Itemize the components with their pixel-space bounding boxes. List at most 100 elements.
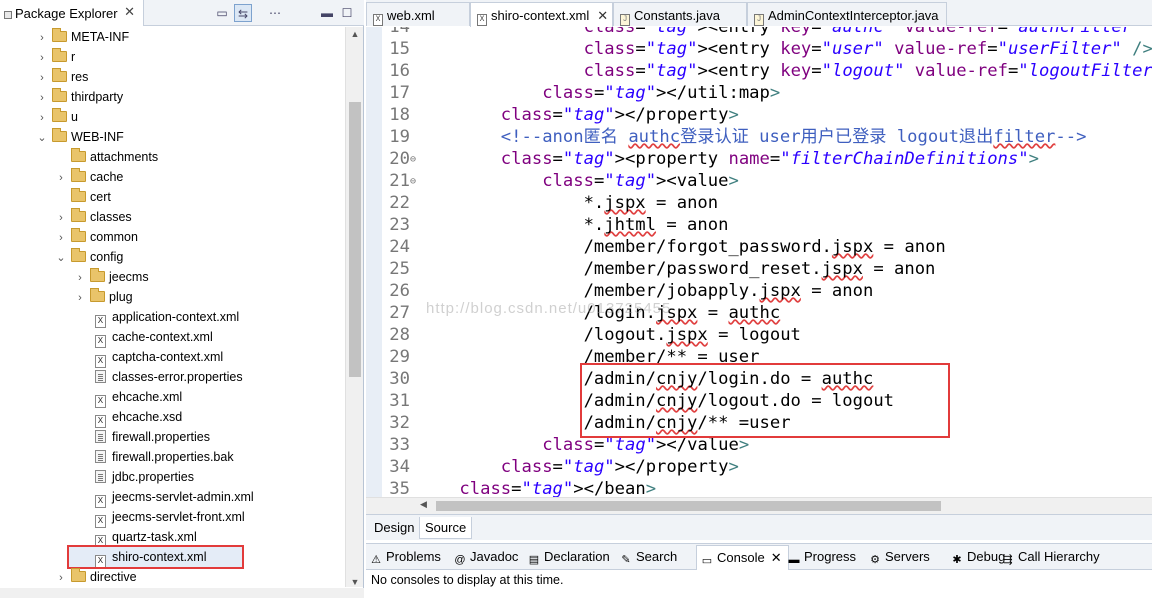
tree-folder-web-inf[interactable]: ⌄ WEB-INF — [36, 127, 124, 147]
editor-tab[interactable]: J AdminContextInterceptor.java — [747, 2, 947, 26]
fold-icon[interactable]: ⊖ — [410, 171, 418, 193]
code-line[interactable]: 22 *.jspx = anon — [366, 192, 718, 214]
tree-folder-cache[interactable]: › cache — [55, 167, 123, 187]
code-line[interactable]: 24 /member/forgot_password.jspx = anon — [366, 236, 945, 258]
close-icon[interactable]: ✕ — [597, 8, 608, 23]
editor-tab[interactable]: J Constants.java — [613, 2, 747, 26]
tree-folder-meta-inf[interactable]: › META-INF — [36, 27, 129, 47]
bottom-tab-search[interactable]: ✎ Search — [620, 549, 677, 566]
tree-file-item[interactable]: jdbc.properties — [91, 467, 194, 487]
editor-horizontal-scrollbar[interactable]: ◀ — [366, 497, 1152, 514]
scrollbar-thumb[interactable] — [349, 102, 361, 377]
close-icon[interactable]: ✕ — [124, 4, 135, 20]
chevron-right-icon[interactable]: › — [36, 108, 48, 128]
code-line[interactable]: 21⊖ class="tag"><value> — [366, 170, 739, 192]
editor-tab[interactable]: Xshiro-context.xml ✕ — [470, 2, 613, 27]
tree-file-item[interactable]: Xapplication-context.xml — [91, 307, 239, 328]
editor-mode-tab[interactable]: Source — [419, 517, 473, 539]
chevron-right-icon[interactable]: › — [74, 268, 86, 288]
progress-icon: ▬ — [788, 554, 800, 566]
tree-folder-jeecms[interactable]: › jeecms — [74, 267, 149, 287]
chevron-down-icon[interactable]: ⌄ — [36, 128, 48, 148]
line-number: 30 — [389, 369, 410, 389]
package-explorer-view: Package Explorer ✕ ▭ ⇆ ⋯ ▬ ☐ › META-INF › r… — [0, 0, 364, 598]
bottom-tab-javadoc[interactable]: @ Javadoc — [454, 549, 518, 566]
code-line[interactable]: 35 class="tag"></bean> — [366, 478, 656, 497]
code-text: class="tag"></util:map> — [542, 83, 781, 103]
code-line[interactable]: 20⊖ class="tag"><property name="filterCh… — [366, 148, 1039, 170]
package-explorer-tab[interactable]: Package Explorer ✕ — [0, 0, 144, 26]
collapse-all-icon[interactable]: ▭ — [213, 4, 231, 22]
editor-mode-tab[interactable]: Design — [369, 517, 419, 539]
chevron-right-icon[interactable]: › — [36, 28, 48, 48]
bottom-tab-debug[interactable]: ✱ Debug — [951, 549, 1005, 566]
tree-folder-common[interactable]: › common — [55, 227, 138, 247]
fold-icon[interactable]: ⊖ — [410, 149, 418, 171]
tree-folder-directive[interactable]: › directive — [55, 567, 137, 587]
view-menu-icon[interactable]: ⋯ — [266, 4, 284, 22]
chevron-right-icon[interactable]: › — [36, 68, 48, 88]
tree-folder-thirdparty[interactable]: › thirdparty — [36, 87, 123, 107]
tree-folder-u[interactable]: › u — [36, 107, 78, 127]
chevron-right-icon[interactable]: › — [36, 88, 48, 108]
code-line[interactable]: 17 class="tag"></util:map> — [366, 82, 780, 104]
bottom-tab-progress[interactable]: ▬ Progress — [788, 549, 857, 566]
chevron-right-icon[interactable]: › — [36, 48, 48, 68]
close-icon[interactable]: ✕ — [771, 550, 782, 565]
code-line[interactable]: 15 class="tag"><entry key="user" value-r… — [366, 38, 1152, 60]
tree-file-item[interactable]: Xquartz-task.xml — [91, 527, 197, 548]
tree-folder-classes[interactable]: › classes — [55, 207, 132, 227]
editor-tab[interactable]: Xweb.xml — [366, 2, 470, 26]
tree-file-item[interactable]: classes-error.properties — [91, 367, 243, 387]
bottom-tab-problems[interactable]: ⚠ Problems — [370, 549, 441, 566]
maximize-icon[interactable]: ☐ — [338, 4, 356, 22]
scrollbar-thumb[interactable] — [436, 501, 941, 511]
bottom-tab-servers[interactable]: ⚙ Servers — [869, 549, 930, 566]
tree-folder-res[interactable]: › res — [36, 67, 88, 87]
code-line[interactable]: 14 class="tag"><entry key="authc" value-… — [366, 27, 1152, 38]
tree-file-item[interactable]: Xcaptcha-context.xml — [91, 347, 223, 368]
tree-file-item[interactable]: Xehcache.xsd — [91, 407, 182, 428]
package-explorer-vertical-scrollbar[interactable]: ▲ ▼ — [345, 27, 363, 587]
scroll-up-icon[interactable]: ▲ — [346, 29, 364, 39]
bottom-tab-console[interactable]: ▭ Console ✕ — [696, 545, 789, 570]
minimize-icon[interactable]: ▬ — [318, 4, 336, 22]
tree-file-item[interactable]: Xshiro-context.xml — [66, 545, 245, 569]
package-explorer-horizontal-scrollbar[interactable] — [0, 588, 364, 598]
chevron-right-icon[interactable]: › — [55, 168, 67, 188]
chevron-down-icon[interactable]: ⌄ — [55, 248, 67, 268]
tree-file-item[interactable]: Xehcache.xml — [91, 387, 182, 408]
code-line[interactable]: 34 class="tag"></property> — [366, 456, 739, 478]
bottom-tab-label: Declaration — [544, 549, 610, 564]
code-editor[interactable]: 14 class="tag"><entry key="authc" value-… — [366, 27, 1152, 497]
code-line[interactable]: 19 <!--anon匿名 authc登录认证 user用户已登录 logout… — [366, 126, 1086, 148]
scroll-down-icon[interactable]: ▼ — [346, 577, 364, 587]
tree-folder-attachments[interactable]: attachments — [55, 147, 158, 167]
code-line[interactable]: 28 /logout.jspx = logout — [366, 324, 801, 346]
bottom-tab-declaration[interactable]: ▤ Declaration — [528, 549, 610, 566]
code-line[interactable]: 18 class="tag"></property> — [366, 104, 739, 126]
tree-file-item[interactable]: Xcache-context.xml — [91, 327, 213, 348]
tree-folder-config[interactable]: ⌄ config — [55, 247, 123, 267]
tree-file-item[interactable]: firewall.properties — [91, 427, 210, 447]
code-text: class="tag"></property> — [500, 457, 739, 477]
bottom-tab-call-hierarchy[interactable]: ⇶ Call Hierarchy — [1002, 549, 1099, 566]
code-text: *.jhtml = anon — [418, 215, 729, 235]
tree-file-item[interactable]: Xjeecms-servlet-admin.xml — [91, 487, 254, 508]
tree-folder-r[interactable]: › r — [36, 47, 75, 67]
code-line[interactable]: 26 /member/jobapply.jspx = anon — [366, 280, 873, 302]
link-with-editor-icon[interactable]: ⇆ — [234, 4, 252, 22]
editor-area: Xweb.xml Xshiro-context.xml ✕ J Constants.ja… — [366, 0, 1152, 540]
tree-file-item[interactable]: Xjeecms-servlet-front.xml — [91, 507, 245, 528]
chevron-right-icon[interactable]: › — [55, 228, 67, 248]
code-line[interactable]: 16 class="tag"><entry key="logout" value… — [366, 60, 1152, 82]
code-line[interactable]: 23 *.jhtml = anon — [366, 214, 728, 236]
chevron-right-icon[interactable]: › — [55, 568, 67, 588]
code-line[interactable]: 25 /member/password_reset.jspx = anon — [366, 258, 935, 280]
tree-folder-cert[interactable]: cert — [55, 187, 111, 207]
chevron-right-icon[interactable]: › — [74, 288, 86, 308]
chevron-right-icon[interactable]: › — [55, 208, 67, 228]
tree-folder-plug[interactable]: › plug — [74, 287, 133, 307]
tree-file-item[interactable]: firewall.properties.bak — [91, 447, 234, 467]
scroll-left-icon[interactable]: ◀ — [420, 499, 427, 510]
